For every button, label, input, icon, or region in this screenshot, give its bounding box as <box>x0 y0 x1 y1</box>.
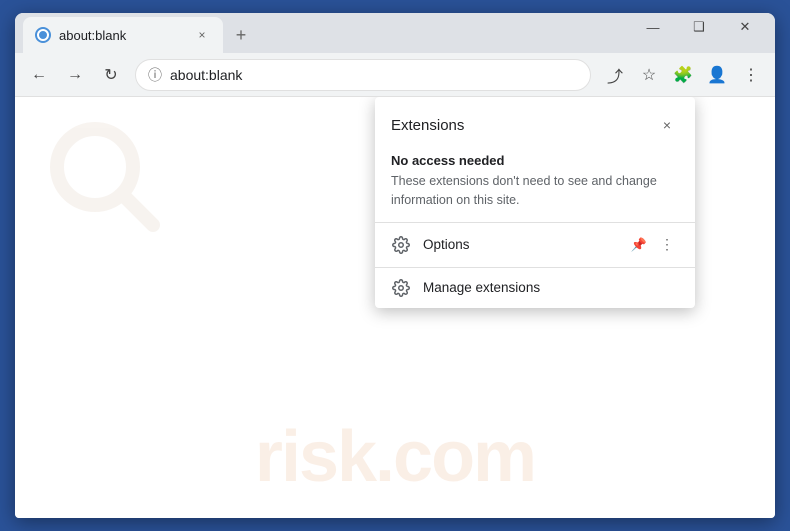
extensions-options-item[interactable]: Options 📌 ⋮ <box>375 223 695 267</box>
bookmark-button[interactable]: ☆ <box>633 59 665 91</box>
options-item-actions: 📌 ⋮ <box>627 233 679 257</box>
browser-window: about:blank × + — ❑ ✕ ← → ↻ ⓘ about:blan… <box>15 13 775 518</box>
popup-close-button[interactable]: × <box>655 113 679 137</box>
tab-favicon <box>35 27 51 43</box>
popup-section-description: These extensions don't need to see and c… <box>391 172 679 210</box>
menu-button[interactable]: ⋮ <box>735 59 767 91</box>
extensions-button[interactable]: 🧩 <box>667 59 699 91</box>
options-gear-icon <box>391 235 411 255</box>
popup-title: Extensions <box>391 117 464 134</box>
popup-no-access-section: No access needed These extensions don't … <box>375 145 695 222</box>
page-content: risk.com Extensions × No access needed T… <box>15 97 775 518</box>
watermark-magnifier <box>45 117 165 237</box>
forward-button[interactable]: → <box>59 59 91 91</box>
address-lock-icon: ⓘ <box>148 65 162 85</box>
back-button[interactable]: ← <box>23 59 55 91</box>
pin-button[interactable]: 📌 <box>627 233 651 257</box>
address-bar[interactable]: ⓘ about:blank <box>135 59 591 91</box>
share-button[interactable]: ⤴ <box>599 59 631 91</box>
options-menu-button[interactable]: ⋮ <box>655 233 679 257</box>
popup-header: Extensions × <box>375 97 695 145</box>
maximize-button[interactable]: ❑ <box>677 13 721 41</box>
title-bar: about:blank × + — ❑ ✕ <box>15 13 775 53</box>
minimize-button[interactable]: — <box>631 13 675 41</box>
profile-button[interactable]: 👤 <box>701 59 733 91</box>
address-text: about:blank <box>170 67 578 83</box>
window-controls: — ❑ ✕ <box>631 13 767 41</box>
manage-extensions-label: Manage extensions <box>423 280 679 295</box>
tab-title: about:blank <box>59 28 185 43</box>
manage-gear-icon <box>391 278 411 298</box>
close-button[interactable]: ✕ <box>723 13 767 41</box>
popup-section-heading: No access needed <box>391 153 679 168</box>
extensions-popup: Extensions × No access needed These exte… <box>375 97 695 308</box>
tab-close-button[interactable]: × <box>193 26 211 44</box>
new-tab-button[interactable]: + <box>227 21 255 49</box>
watermark-text: risk.com <box>15 416 775 498</box>
options-label: Options <box>423 237 615 252</box>
toolbar-right: ⤴ ☆ 🧩 👤 ⋮ <box>599 59 767 91</box>
toolbar: ← → ↻ ⓘ about:blank ⤴ ☆ 🧩 👤 ⋮ <box>15 53 775 97</box>
reload-button[interactable]: ↻ <box>95 59 127 91</box>
manage-extensions-item[interactable]: Manage extensions <box>375 268 695 308</box>
active-tab[interactable]: about:blank × <box>23 17 223 53</box>
